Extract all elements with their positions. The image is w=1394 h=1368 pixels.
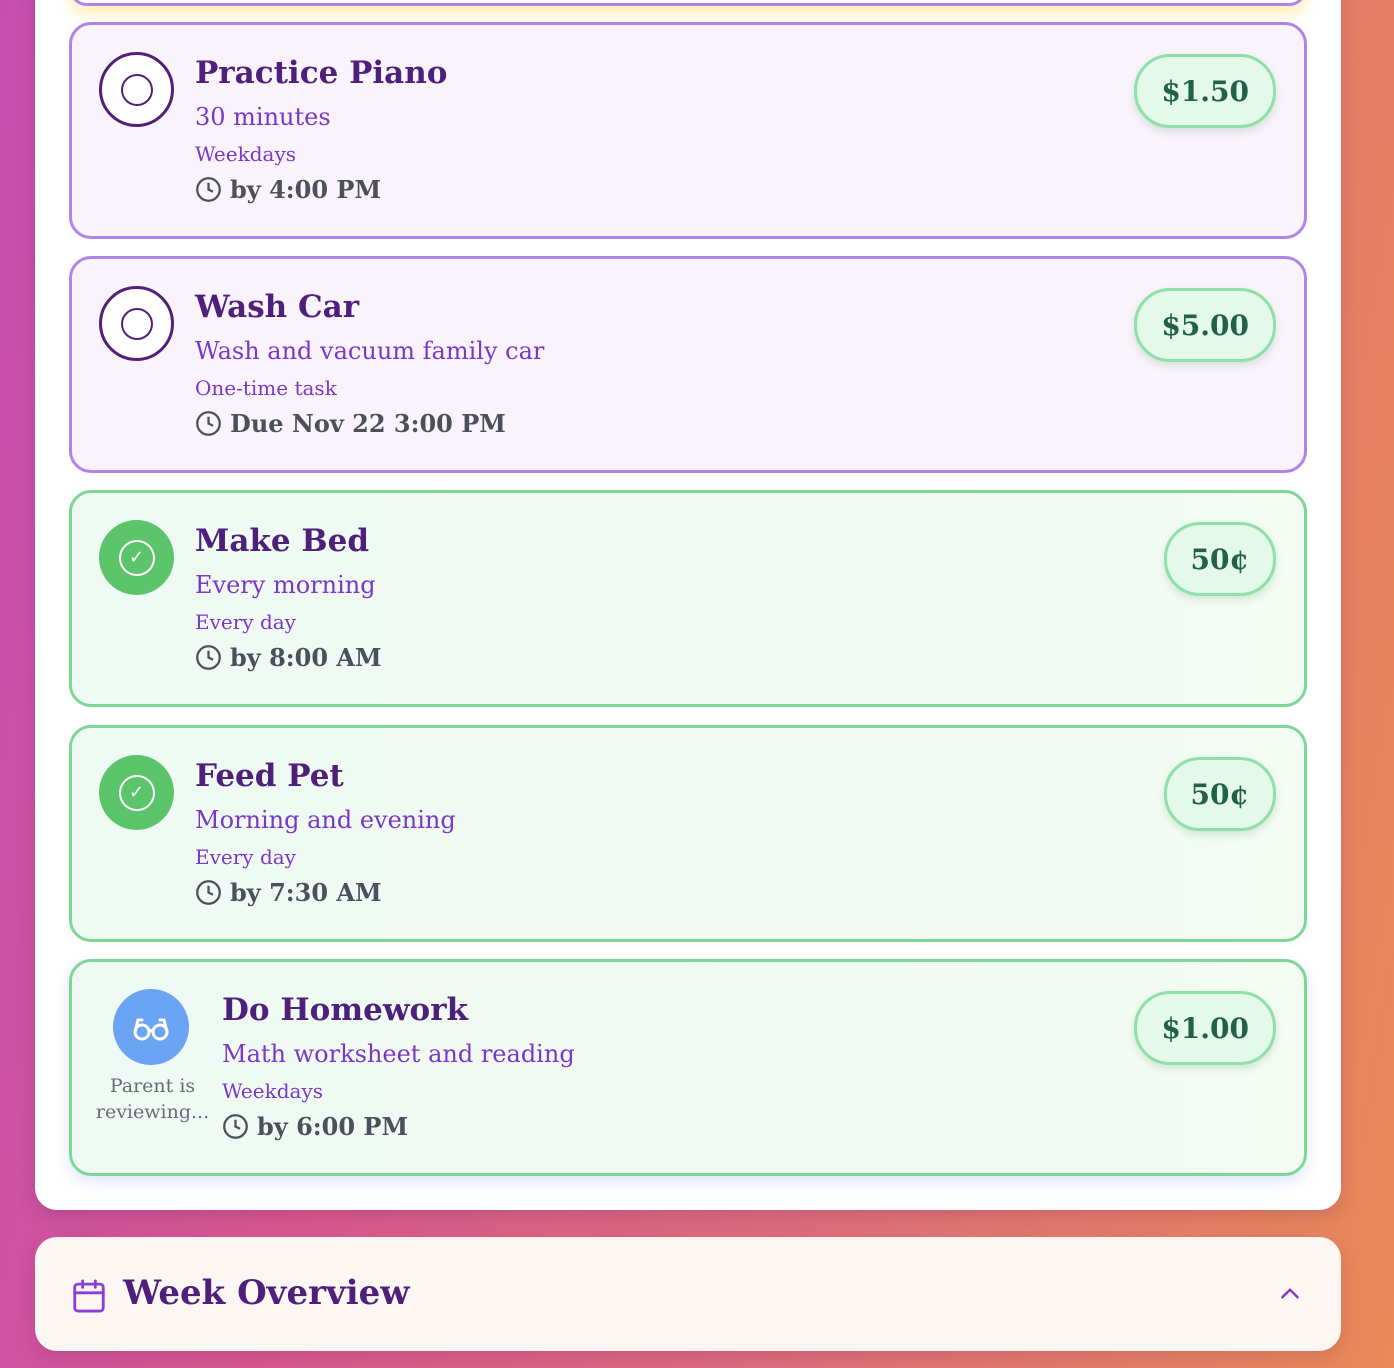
clock-icon [196,880,221,905]
chore-due: by 6:00 PM [222,1112,408,1141]
chore-frequency: Every day [195,845,296,869]
chore-due: by 8:00 AM [195,643,382,672]
chore-title: Wash Car [195,289,360,325]
chore-card-partial[interactable] [69,0,1307,6]
check-circle-icon[interactable]: ✓ [99,755,174,830]
chore-card-practice-piano[interactable]: Practice Piano 30 minutes Weekdays by 4:… [69,22,1307,239]
check-circle-icon[interactable]: ✓ [99,520,174,595]
chore-due-text: by 6:00 PM [257,1112,409,1141]
clock-icon [196,411,221,436]
chore-due: by 7:30 AM [195,878,382,907]
chore-description: Morning and evening [195,806,456,834]
chore-due-text: by 8:00 AM [230,643,382,672]
chore-card-make-bed[interactable]: ✓ Make Bed Every morning Every day by 8:… [69,490,1307,707]
chore-card-wash-car[interactable]: Wash Car Wash and vacuum family car One-… [69,256,1307,473]
review-status-text: Parent is reviewing... [95,1075,210,1123]
chore-due: by 4:00 PM [195,175,381,204]
chore-card-feed-pet[interactable]: ✓ Feed Pet Morning and evening Every day… [69,725,1307,942]
reward-badge: 50¢ [1163,757,1276,831]
chore-title: Practice Piano [195,55,448,91]
clock-icon [196,645,221,670]
empty-circle-icon[interactable] [99,52,174,127]
chore-description: 30 minutes [195,103,331,131]
chore-frequency: Weekdays [195,142,297,166]
empty-circle-icon[interactable] [99,286,174,361]
chevron-up-icon[interactable] [1275,1281,1305,1307]
chore-description: Every morning [195,571,376,599]
glasses-icon [113,989,189,1065]
chore-title: Make Bed [195,523,369,559]
chore-due-text: Due Nov 22 3:00 PM [230,409,506,438]
reward-badge: 50¢ [1163,522,1276,596]
chore-description: Wash and vacuum family car [195,337,545,365]
chore-frequency: Every day [195,610,296,634]
reward-badge: $1.00 [1134,991,1276,1065]
calendar-icon [73,1279,105,1313]
chore-due: Due Nov 22 3:00 PM [195,409,506,438]
reward-badge: $1.50 [1134,54,1276,128]
chore-title: Do Homework [222,992,469,1028]
chore-frequency: One-time task [195,376,337,400]
chore-due-text: by 7:30 AM [230,878,382,907]
week-overview-panel[interactable]: Week Overview [35,1237,1341,1351]
chore-due-text: by 4:00 PM [230,175,382,204]
week-overview-title: Week Overview [123,1273,410,1313]
chore-title: Feed Pet [195,758,344,794]
clock-icon [223,1114,248,1139]
chore-frequency: Weekdays [222,1079,324,1103]
chore-description: Math worksheet and reading [222,1040,575,1068]
clock-icon [196,177,221,202]
reward-badge: $5.00 [1134,288,1276,362]
chore-card-do-homework[interactable]: Parent is reviewing... Do Homework Math … [69,959,1307,1176]
